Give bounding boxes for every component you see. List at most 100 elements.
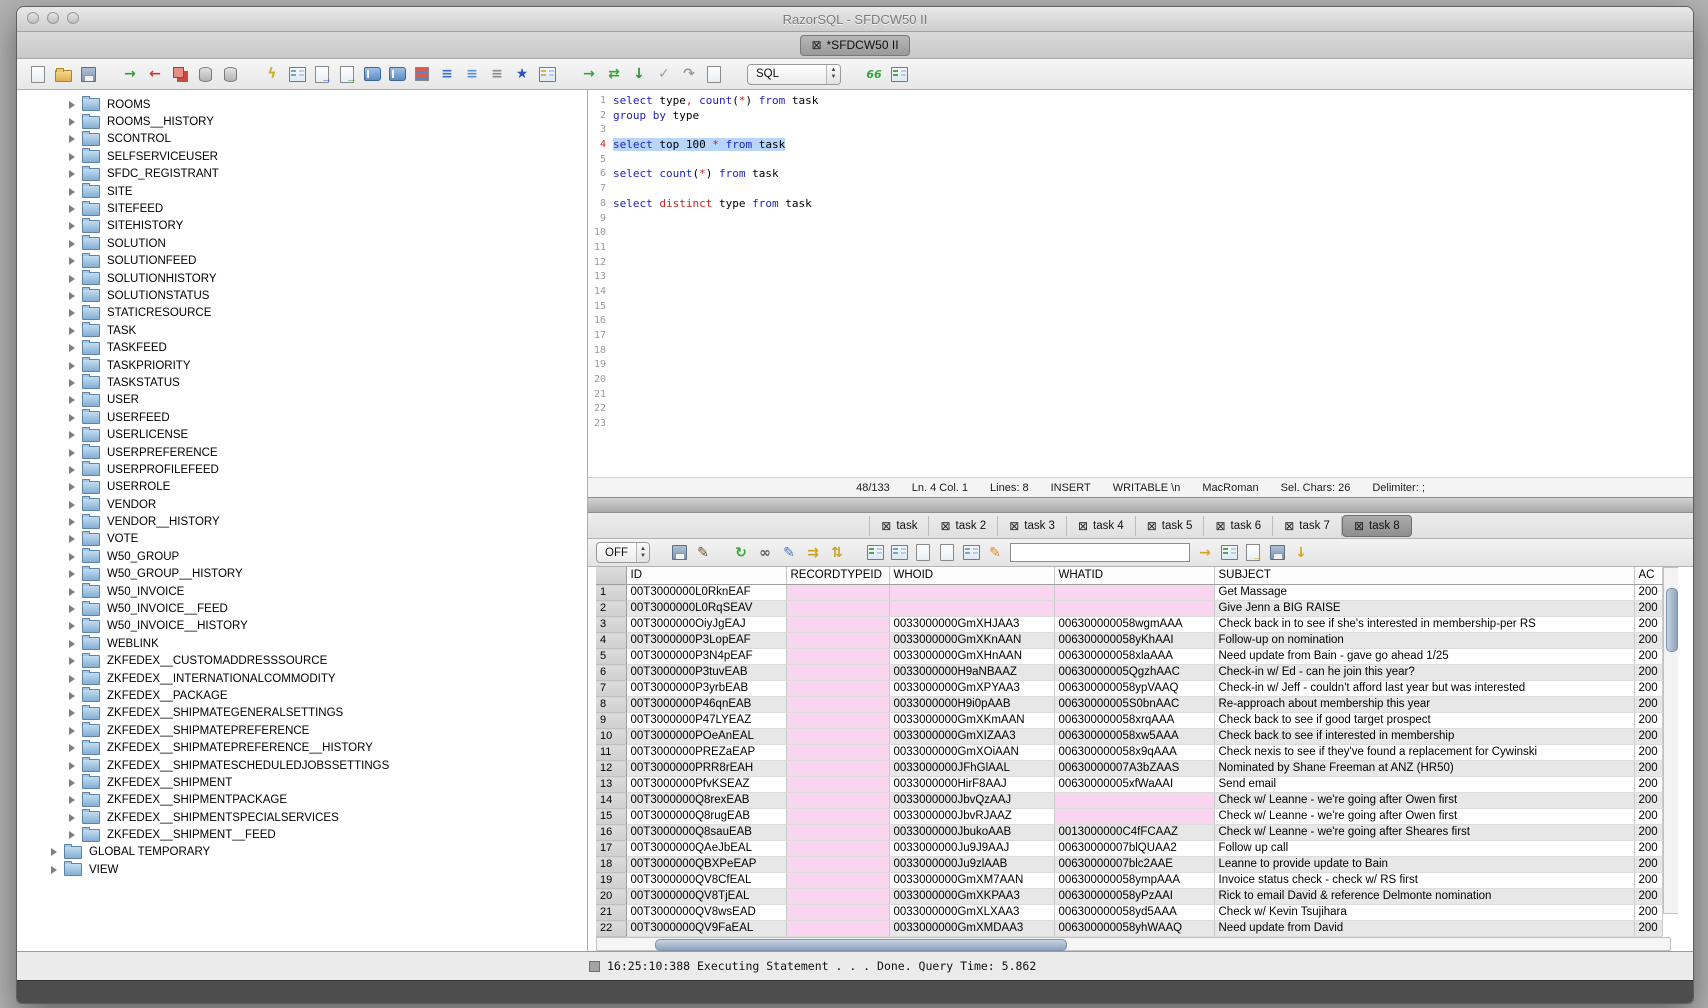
commit-icon[interactable]: ✓ (655, 65, 673, 83)
refresh-results-icon[interactable]: ↻ (732, 544, 750, 562)
sql-mode-select[interactable]: SQL▲▼ (747, 64, 841, 85)
table-cell[interactable]: 006300000058xrqAAA (1054, 713, 1214, 729)
table-cell[interactable] (786, 745, 889, 761)
tree-item[interactable]: ZKFEDEX__SHIPMENTSPECIALSERVICES (17, 809, 587, 826)
table-cell[interactable]: 0033000000GmXKmAAN (889, 713, 1054, 729)
table-cell[interactable]: Get Massage (1214, 585, 1634, 601)
table-cell[interactable] (786, 921, 889, 937)
table-cell[interactable]: Check w/ Leanne - we're going after Owen… (1214, 809, 1634, 825)
disclosure-triangle-icon[interactable] (69, 205, 75, 213)
save-grid-icon[interactable] (1268, 544, 1286, 562)
disclosure-triangle-icon[interactable] (69, 501, 75, 509)
disclosure-triangle-icon[interactable] (69, 292, 75, 300)
result-tab[interactable]: ⊠task 8 (1342, 515, 1412, 537)
editor-line[interactable]: 22 (588, 402, 1693, 417)
table-cell[interactable]: Invoice status check - check w/ RS first (1214, 873, 1634, 889)
disclosure-triangle-icon[interactable] (69, 553, 75, 561)
edit-lines-icon[interactable]: ≡ (488, 65, 506, 83)
table-cell[interactable]: 00T3000000QV9FaEAL (626, 921, 786, 937)
disclosure-triangle-icon[interactable] (69, 779, 75, 787)
sql-mode-select-stepper-icon[interactable]: ▲▼ (826, 65, 840, 84)
table-cell[interactable]: Nominated by Shane Freeman at ANZ (HR50) (1214, 761, 1634, 777)
table-cell[interactable]: 0033000000GmXPYAA3 (889, 681, 1054, 697)
page-icon[interactable] (914, 544, 932, 562)
highlight-icon[interactable]: ✎ (986, 544, 1004, 562)
title-bar[interactable]: RazorSQL - SFDCW50 II (17, 7, 1693, 32)
editor-line[interactable]: 18 (588, 344, 1693, 359)
table-cell[interactable] (786, 841, 889, 857)
tree-item[interactable]: USERROLE (17, 479, 587, 496)
table-cell[interactable] (889, 601, 1054, 617)
edit-cell-icon[interactable]: ✎ (780, 544, 798, 562)
table-cell[interactable]: 00T3000000Q8rexEAB (626, 793, 786, 809)
table-cell[interactable]: Need update from David (1214, 921, 1634, 937)
table-cell[interactable]: 0033000000JFhGlAAL (889, 761, 1054, 777)
disclosure-triangle-icon[interactable] (69, 796, 75, 804)
row-number-cell[interactable]: 8 (596, 697, 626, 713)
open-file-icon[interactable] (54, 65, 72, 83)
table-cell[interactable]: 200 (1634, 857, 1662, 873)
table-cell[interactable]: Need update from Bain - gave go ahead 1/… (1214, 649, 1634, 665)
table-cell[interactable] (1054, 601, 1214, 617)
tree-item[interactable]: VENDOR (17, 496, 587, 513)
table-cell[interactable]: Check w/ Kevin Tsujihara (1214, 905, 1634, 921)
table-cell[interactable] (1054, 809, 1214, 825)
table-cell[interactable]: 00T3000000Q8rugEAB (626, 809, 786, 825)
disclosure-triangle-icon[interactable] (69, 535, 75, 543)
close-result-tab-icon[interactable]: ⊠ (1215, 520, 1225, 532)
tree-item[interactable]: TASKPRIORITY (17, 357, 587, 374)
table-cell[interactable] (786, 889, 889, 905)
disclosure-triangle-icon[interactable] (69, 483, 75, 491)
row-number-cell[interactable]: 6 (596, 665, 626, 681)
results-search-input[interactable] (1010, 543, 1190, 562)
table-cell[interactable]: 00T3000000QV8CfEAL (626, 873, 786, 889)
close-result-tab-icon[interactable]: ⊠ (1147, 520, 1157, 532)
table-cell[interactable]: 200 (1634, 825, 1662, 841)
editor-line[interactable]: 23 (588, 417, 1693, 432)
disclosure-triangle-icon[interactable] (69, 727, 75, 735)
disclosure-triangle-icon[interactable] (69, 605, 75, 613)
editor-line[interactable]: 8select distinct type from task (588, 197, 1693, 212)
row-number-cell[interactable]: 11 (596, 745, 626, 761)
table-cell[interactable] (786, 585, 889, 601)
row-number-cell[interactable]: 4 (596, 633, 626, 649)
tree-item[interactable]: SOLUTIONSTATUS (17, 287, 587, 304)
table-cell[interactable] (786, 905, 889, 921)
table-cell[interactable]: Send email (1214, 777, 1634, 793)
table-cell[interactable]: Check back to see if good target prospec… (1214, 713, 1634, 729)
edit-book-icon[interactable] (363, 65, 381, 83)
horizontal-scroll-thumb[interactable] (655, 939, 1067, 951)
table-cell[interactable] (786, 681, 889, 697)
table-cell[interactable]: 006300000058x9qAAA (1054, 745, 1214, 761)
table-cell[interactable]: 00T3000000Q8sauEAB (626, 825, 786, 841)
editor-line[interactable]: 9 (588, 212, 1693, 227)
disconnect-icon[interactable]: ← (146, 65, 164, 83)
table-cell[interactable]: 00630000005xfWaAAI (1054, 777, 1214, 793)
table-cell[interactable]: 006300000058xw5AAA (1054, 729, 1214, 745)
table-cell[interactable]: 00T3000000L0RqSEAV (626, 601, 786, 617)
table-cell[interactable]: 0033000000H9i0pAAB (889, 697, 1054, 713)
table-cell[interactable]: 200 (1634, 617, 1662, 633)
row-number-cell[interactable]: 12 (596, 761, 626, 777)
table-cell[interactable]: Check w/ Leanne - we're going after Owen… (1214, 793, 1634, 809)
column-header[interactable]: RECORDTYPEID (786, 567, 889, 585)
close-connection-icon[interactable] (171, 65, 189, 83)
tree-item[interactable]: USERPREFERENCE (17, 444, 587, 461)
disclosure-triangle-icon[interactable] (69, 431, 75, 439)
row-number-cell[interactable]: 9 (596, 713, 626, 729)
result-tab[interactable]: ⊠task 2 (929, 516, 998, 536)
editor-line[interactable]: 11 (588, 241, 1693, 256)
editor-line[interactable]: 20 (588, 373, 1693, 388)
sort-lines-icon[interactable]: ≡ (438, 65, 456, 83)
disclosure-triangle-icon[interactable] (69, 379, 75, 387)
grid-view-icon[interactable] (890, 544, 908, 562)
tree-item[interactable]: ZKFEDEX__CUSTOMADDRESSSOURCE (17, 653, 587, 670)
tree-item[interactable]: ZKFEDEX__SHIPMENT (17, 774, 587, 791)
table-cell[interactable] (786, 761, 889, 777)
disclosure-triangle-icon[interactable] (69, 744, 75, 752)
fetch-down-icon[interactable]: ↓ (630, 65, 648, 83)
table-cell[interactable]: 006300000058xlaAAA (1054, 649, 1214, 665)
disclosure-triangle-icon[interactable] (69, 709, 75, 717)
close-button[interactable] (27, 12, 39, 24)
row-number-cell[interactable]: 22 (596, 921, 626, 937)
